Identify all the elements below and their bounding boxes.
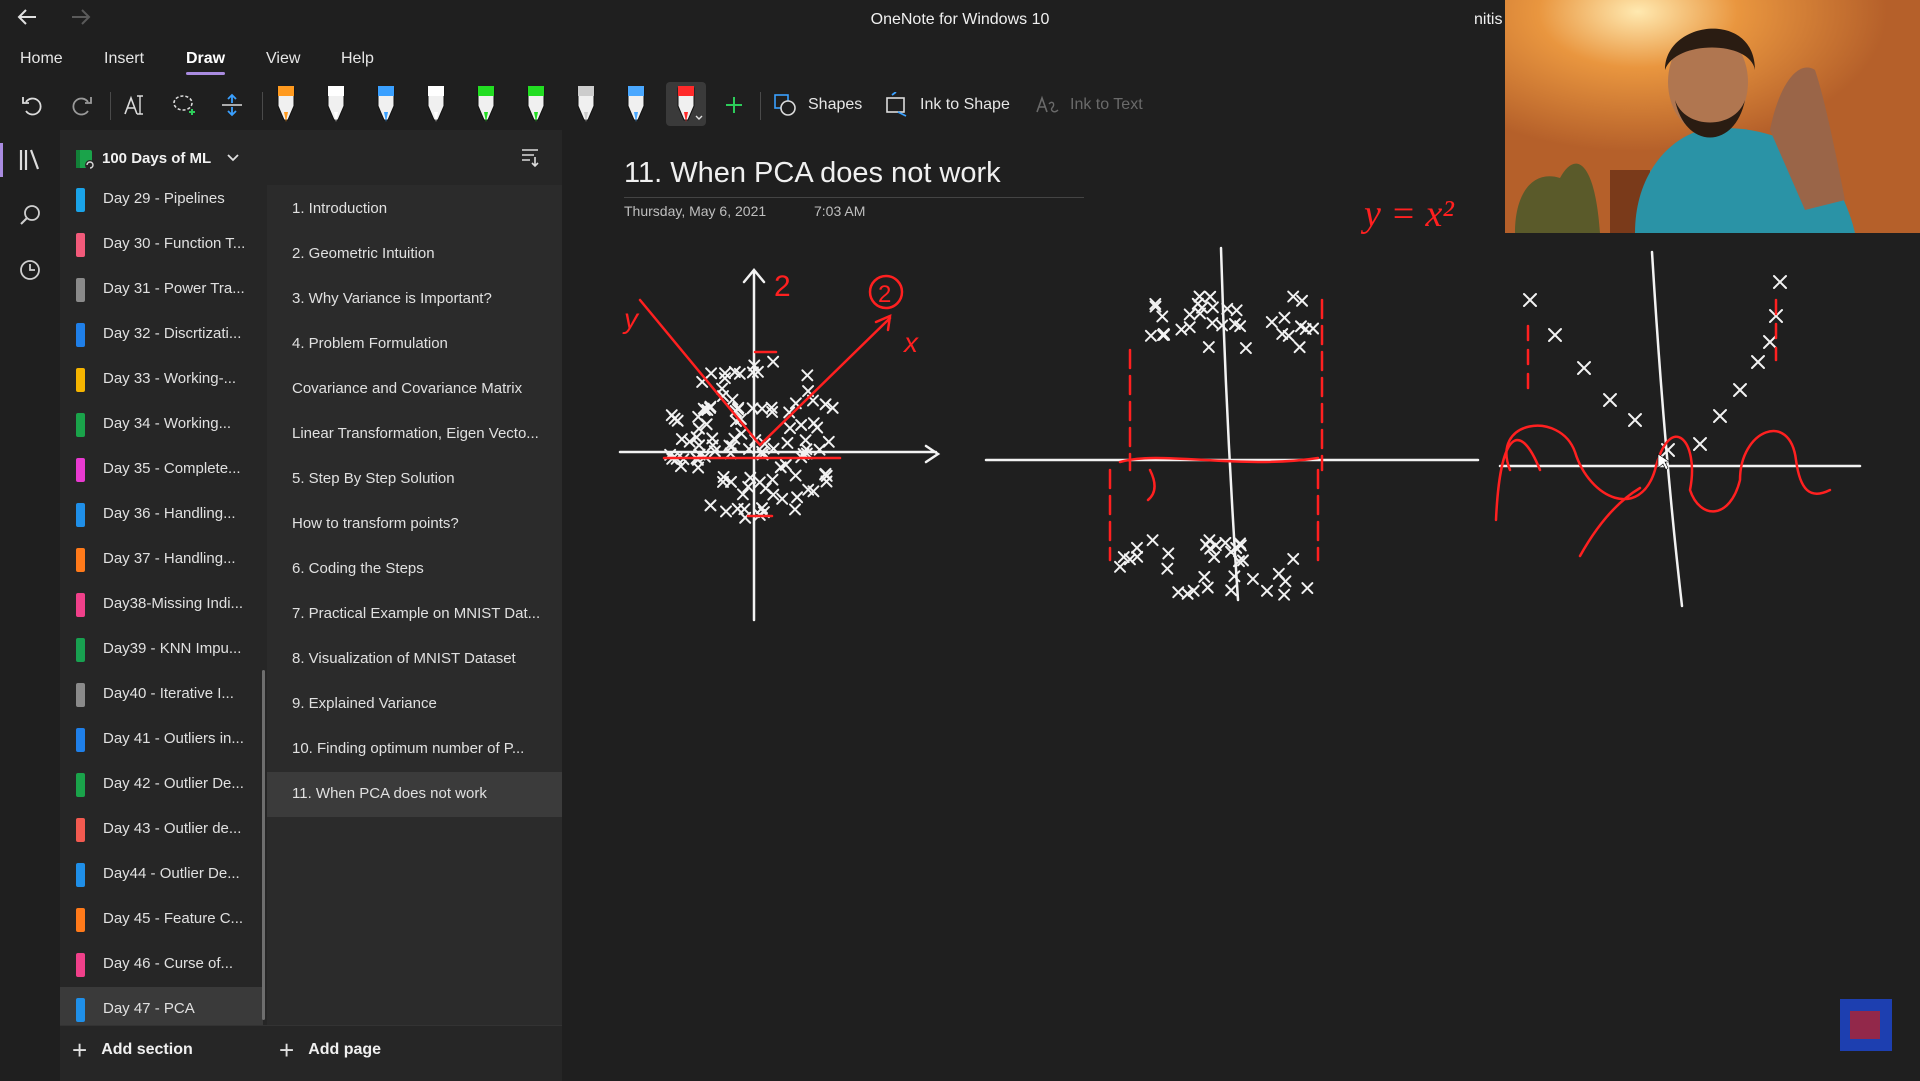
ink-cross-mark xyxy=(1301,582,1314,595)
ink-cross-mark xyxy=(720,505,733,518)
ink-cross-mark xyxy=(1225,584,1238,597)
ink-cross-mark xyxy=(1751,355,1765,369)
ink-cross-mark xyxy=(1628,413,1642,427)
webcam-overlay xyxy=(1505,0,1920,233)
ink-cross-mark xyxy=(1523,293,1537,307)
ink-cross-mark xyxy=(767,355,780,368)
ink-cross-mark xyxy=(1114,560,1127,573)
ink-figure-two-clusters xyxy=(984,246,1480,602)
ink-cross-mark xyxy=(1239,342,1252,355)
ink-cross-mark xyxy=(1228,570,1241,583)
ink-cross-mark xyxy=(1287,552,1300,565)
ink-cross-mark xyxy=(1246,572,1259,585)
ink-cross-mark xyxy=(1193,290,1206,303)
ink-cross-mark xyxy=(1763,335,1777,349)
ink-cross-mark xyxy=(675,433,688,446)
ink-cross-mark xyxy=(1144,329,1157,342)
ink-cross-mark xyxy=(753,476,766,489)
ink-cross-mark xyxy=(1279,575,1292,588)
ink-cross-mark xyxy=(795,419,808,432)
ink-cross-mark xyxy=(1183,321,1196,334)
ink-cross-mark xyxy=(1261,584,1273,597)
ink-cross-mark xyxy=(1191,297,1204,310)
ink-cross-mark xyxy=(739,511,752,524)
ink-cross-mark xyxy=(1577,361,1591,375)
ink-cross-mark xyxy=(1206,317,1219,330)
ink-cross-mark xyxy=(1162,547,1175,560)
ink-cross-mark xyxy=(1230,304,1243,317)
ink-cross-mark xyxy=(1156,310,1169,323)
ink-cross-mark xyxy=(784,422,797,435)
ink-cross-mark xyxy=(801,369,814,382)
ink-cross-mark xyxy=(788,503,801,516)
ink-cross-mark xyxy=(1265,316,1278,329)
ink-cross-mark xyxy=(1183,308,1196,321)
ink-cross-mark xyxy=(789,469,802,482)
ink-label-y: y xyxy=(622,303,640,334)
ink-cross-mark xyxy=(1773,275,1787,289)
ink-cross-mark xyxy=(807,417,820,430)
ink-cross-mark xyxy=(1548,328,1562,342)
ink-cross-mark xyxy=(1713,409,1727,423)
ink-cross-mark xyxy=(1130,541,1143,554)
ink-label-x: x xyxy=(902,327,919,358)
ink-cross-mark xyxy=(1198,570,1211,583)
ink-equation: y = x² xyxy=(1360,193,1454,235)
ink-cross-mark xyxy=(728,432,741,445)
ink-cross-mark xyxy=(1201,581,1214,594)
ink-cross-mark xyxy=(735,427,748,440)
ink-cross-mark xyxy=(1161,562,1174,575)
ink-figure-pca-circle xyxy=(618,268,941,622)
ink-cross-mark xyxy=(1733,383,1747,397)
ink-cross-mark xyxy=(1693,437,1707,451)
ink-cross-mark xyxy=(1307,322,1320,335)
ink-cross-mark xyxy=(766,473,779,486)
ink-cross-mark xyxy=(1278,588,1291,601)
ink-cross-mark xyxy=(1146,534,1159,547)
ink-cross-mark xyxy=(756,402,769,415)
ink-cross-mark xyxy=(1603,393,1617,407)
ink-cross-mark xyxy=(791,491,804,504)
ink-figure-parabola xyxy=(1494,250,1862,608)
ink-cross-mark xyxy=(704,499,717,512)
ink-cross-mark xyxy=(1203,534,1216,547)
ink-cross-mark xyxy=(1202,341,1215,354)
ink-label-circled-2: 2 xyxy=(878,281,891,308)
ink-cross-mark xyxy=(781,436,794,449)
ink-cross-mark xyxy=(746,402,759,415)
ink-cross-mark xyxy=(1293,341,1306,354)
taskbar-thumbnail[interactable] xyxy=(1840,999,1892,1051)
ink-cross-mark xyxy=(1206,301,1219,314)
ink-cross-mark xyxy=(1278,311,1291,324)
ink-cross-mark xyxy=(665,409,678,422)
ink-cross-mark xyxy=(1172,586,1185,599)
thumbnail-image xyxy=(1840,999,1892,1051)
presenter-image xyxy=(1505,0,1920,233)
ink-cross-mark xyxy=(693,439,706,452)
ink-label-2: 2 xyxy=(774,270,791,303)
ink-cross-mark xyxy=(1216,319,1229,332)
ink-cross-mark xyxy=(1204,290,1217,303)
ink-cross-mark xyxy=(1157,327,1170,340)
ink-cross-mark xyxy=(1209,539,1222,552)
